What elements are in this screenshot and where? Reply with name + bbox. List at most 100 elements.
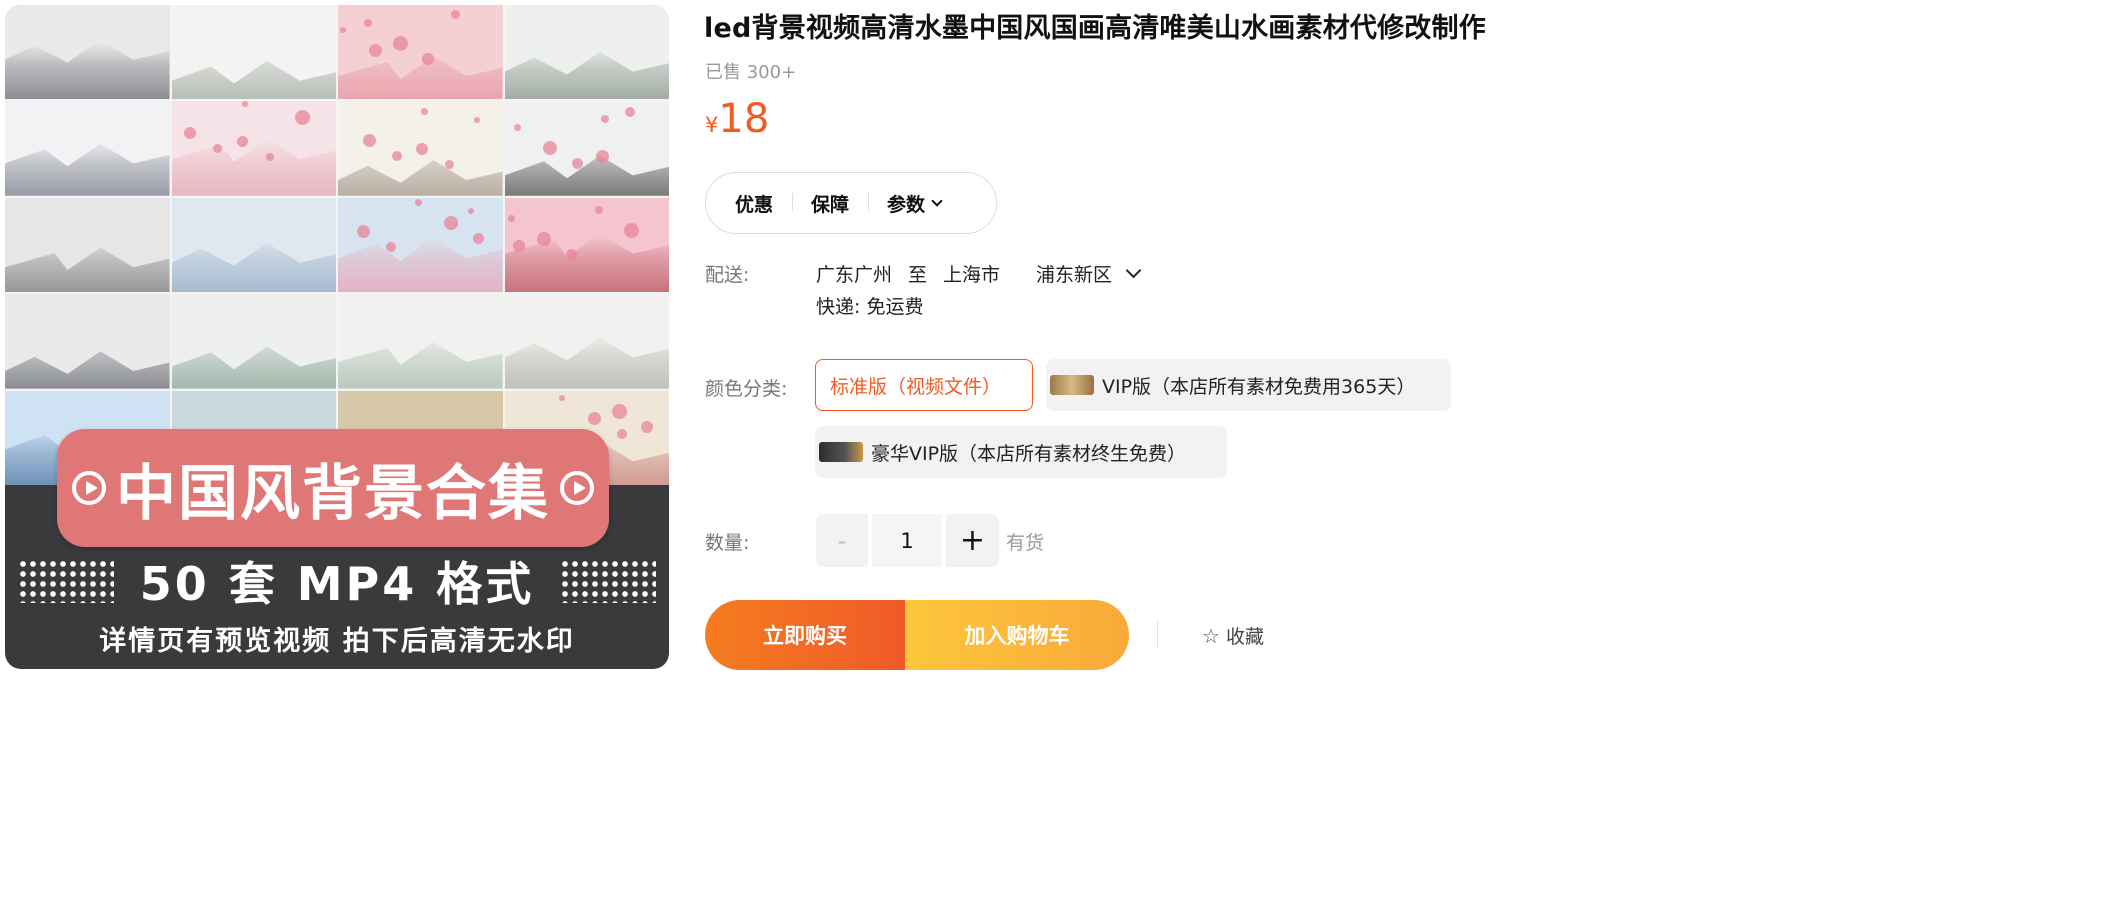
price: ¥18: [705, 96, 769, 142]
blossom-dot: [416, 143, 428, 156]
blossom-dot: [421, 108, 428, 116]
blossom-dot: [640, 420, 653, 433]
tab-params[interactable]: 参数: [868, 190, 960, 217]
blossom-dot: [451, 10, 460, 19]
banner-text: 中国风背景合集: [116, 458, 550, 529]
blossom-dot: [512, 239, 525, 252]
variant-option-label: 标准版（视频文件）: [830, 375, 1002, 398]
mountain-shape: [171, 139, 336, 196]
shipping-label: 配送:: [705, 264, 750, 286]
blossom-dot: [265, 153, 274, 162]
mountain-shape: [338, 342, 503, 389]
collage-thumbnail: [171, 101, 336, 196]
collage-thumbnail: [504, 197, 669, 293]
ship-city: 上海市: [943, 264, 1001, 286]
blossom-dot: [445, 160, 454, 170]
blossom-dot: [357, 224, 370, 238]
image-subtitle: 50 套 MP4 格式: [139, 557, 535, 611]
mountain-shape: [5, 247, 170, 293]
quantity-decrement-button[interactable]: -: [816, 514, 868, 567]
blossom-dot: [536, 231, 551, 246]
divider: [1157, 621, 1158, 647]
mountain-shape: [5, 351, 170, 389]
blossom-dot: [183, 127, 196, 140]
collage-thumbnail: [171, 197, 336, 293]
variant-option-label: 豪华VIP版（本店所有素材终生免费）: [871, 442, 1187, 465]
favorite-button[interactable]: ☆ 收藏: [1202, 622, 1264, 649]
mountain-shape: [5, 143, 170, 196]
collage-thumbnail: [504, 101, 669, 196]
tab-guarantee[interactable]: 保障: [792, 190, 868, 217]
chevron-down-icon: [931, 195, 943, 207]
collage-thumbnail: [338, 197, 503, 293]
blossom-dot: [468, 207, 474, 214]
tab-label: 优惠: [735, 193, 774, 216]
variant-label: 颜色分类:: [705, 378, 788, 400]
blossom-dot: [340, 27, 346, 33]
blossom-dot: [623, 222, 639, 238]
buy-now-button[interactable]: 立即购买: [705, 600, 905, 670]
express-fee: 快递: 免运费: [816, 296, 924, 318]
blossom-dot: [364, 19, 372, 27]
blossom-dot: [422, 53, 434, 65]
variant-option-vip[interactable]: VIP版（本店所有素材免费用365天）: [1046, 359, 1451, 411]
variant-option-label: VIP版（本店所有素材免费用365天）: [1102, 375, 1416, 398]
blossom-dot: [587, 411, 601, 425]
tab-label: 参数: [887, 193, 926, 216]
collage-thumbnail: [5, 5, 170, 100]
product-title: led背景视频高清水墨中国风国画高清唯美山水画素材代修改制作: [704, 13, 1486, 44]
mountain-shape: [504, 337, 669, 389]
mountain-shape: [5, 42, 170, 100]
sold-count: 已售 300+: [705, 62, 797, 83]
mountain-shape: [171, 60, 336, 100]
blossom-dot: [444, 215, 458, 230]
favorite-label: 收藏: [1225, 626, 1264, 648]
blossom-dot: [369, 44, 382, 57]
collage-thumbnail: [171, 5, 336, 100]
add-to-cart-button[interactable]: 加入购物车: [905, 600, 1129, 670]
star-icon: ☆: [1202, 623, 1220, 648]
ship-district: 浦东新区: [1036, 264, 1113, 286]
chevron-down-icon[interactable]: [1125, 262, 1142, 279]
blossom-dot: [393, 36, 408, 51]
price-amount: 18: [718, 96, 770, 142]
blossom-dot: [616, 428, 627, 439]
blossom-dot: [600, 115, 609, 124]
blossom-dot: [415, 198, 422, 206]
quantity-increment-button[interactable]: +: [946, 514, 999, 567]
collage-thumbnail: [504, 5, 669, 100]
blossom-dot: [565, 248, 577, 260]
variant-option-standard[interactable]: 标准版（视频文件）: [815, 359, 1033, 411]
tab-discount[interactable]: 优惠: [716, 190, 792, 217]
product-main-image[interactable]: 中国风背景合集 50 套 MP4 格式 详情页有预览视频 拍下后高清无水印: [5, 5, 669, 669]
collage-thumbnail: [338, 294, 503, 389]
mountain-shape: [338, 56, 503, 100]
blossom-dot: [236, 136, 248, 148]
blossom-dot: [507, 214, 515, 222]
blossom-dot: [473, 232, 484, 244]
image-subtitle-row: 50 套 MP4 格式: [5, 551, 669, 611]
blossom-dot: [542, 141, 557, 156]
mountain-shape: [171, 242, 336, 293]
blossom-dot: [611, 403, 627, 419]
collage-thumbnail: [5, 197, 170, 293]
quantity-input[interactable]: 1: [872, 514, 942, 567]
mountain-shape: [338, 238, 503, 293]
stock-status: 有货: [1006, 532, 1045, 554]
variant-option-luxury-vip[interactable]: 豪华VIP版（本店所有素材终生免费）: [815, 426, 1227, 478]
mountain-shape: [504, 51, 669, 100]
mountain-shape: [504, 155, 669, 196]
dot-pattern: [560, 559, 657, 603]
dot-pattern: [17, 559, 114, 603]
play-icon: [560, 471, 594, 505]
blossom-dot: [241, 101, 248, 108]
collage-thumbnail: [171, 294, 336, 389]
ship-from: 广东广州: [816, 264, 893, 286]
variant-thumbnail: [819, 442, 863, 462]
tab-label: 保障: [811, 193, 850, 216]
blossom-dot: [594, 205, 603, 214]
product-page: 中国风背景合集 50 套 MP4 格式 详情页有预览视频 拍下后高清无水印 le…: [0, 0, 1562, 683]
blossom-dot: [294, 110, 310, 126]
shipping-route[interactable]: 广东广州 至 上海市 浦东新区: [816, 260, 1155, 287]
blossom-dot: [392, 151, 402, 162]
